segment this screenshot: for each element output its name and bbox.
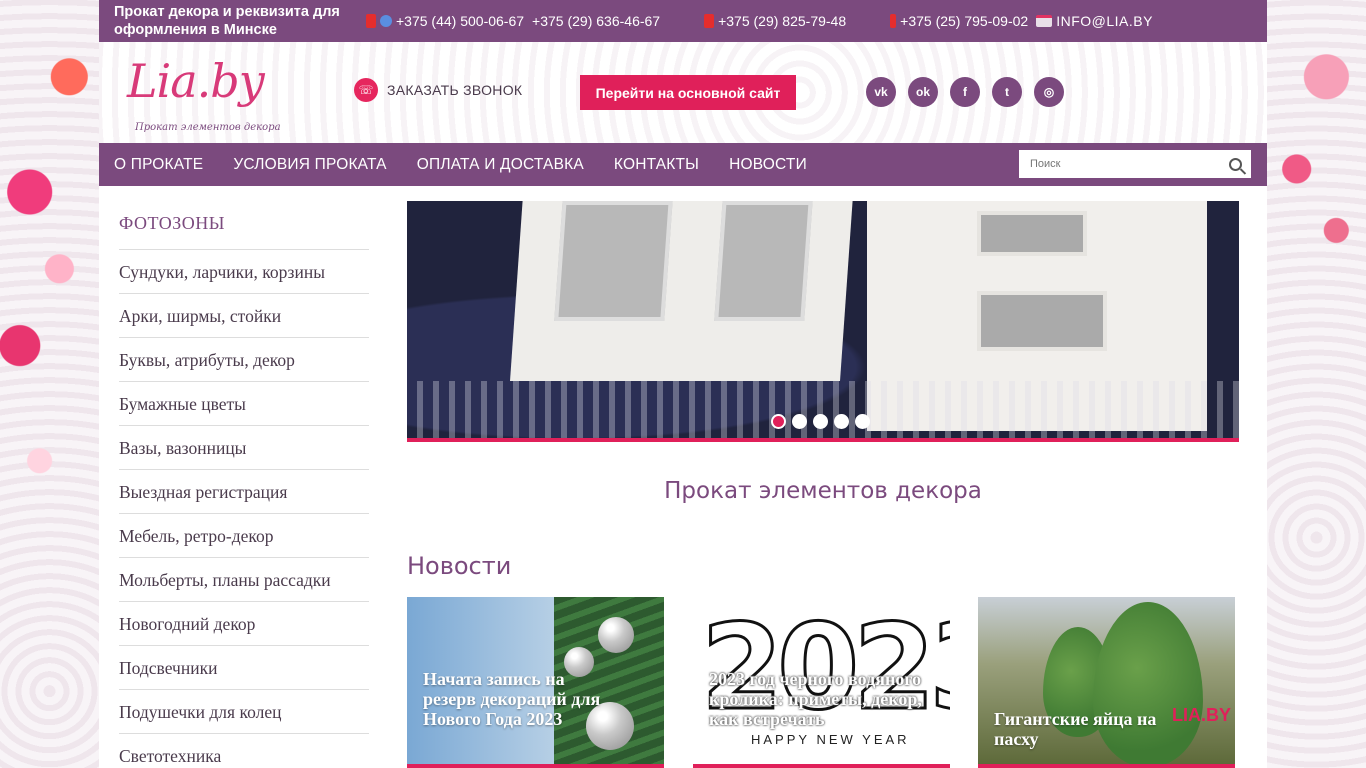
logo-subtitle: Прокат элементов декора xyxy=(135,122,281,133)
phone-icon: ☏ xyxy=(354,78,378,102)
lantern-window xyxy=(554,201,673,321)
decorative-flowers-right xyxy=(1267,0,1366,768)
main-nav: О ПРОКАТЕ УСЛОВИЯ ПРОКАТА ОПЛАТА И ДОСТА… xyxy=(99,143,1267,186)
nav-item-news[interactable]: НОВОСТИ xyxy=(729,156,807,174)
odnoklassniki-icon[interactable]: ok xyxy=(908,77,938,107)
contact-phones: +375 (44) 500-06-67 +375 (29) 636-46-67 … xyxy=(366,13,1161,29)
sidebar-item[interactable]: Выездная регистрация xyxy=(119,470,369,514)
decorative-flowers-left xyxy=(0,0,99,768)
slider-dots xyxy=(771,414,870,429)
phone-a1[interactable]: +375 (44) 500-06-67 xyxy=(366,13,524,29)
mts-operator-icon xyxy=(704,14,715,28)
news-title[interactable]: Начата запись на резерв декораций для Но… xyxy=(423,669,608,729)
main-site-button[interactable]: Перейти на основной сайт xyxy=(580,75,796,110)
news-title[interactable]: 2023 год черного водяного кролика: приме… xyxy=(709,669,924,729)
slider-dot[interactable] xyxy=(834,414,849,429)
sidebar-item[interactable]: Буквы, атрибуты, декор xyxy=(119,338,369,382)
phone-number[interactable]: +375 (29) 825-79-48 xyxy=(718,13,846,29)
a1-operator-icon xyxy=(366,14,376,28)
social-links: vk ok f t ◎ xyxy=(866,77,1064,107)
sidebar-item[interactable]: Сундуки, ларчики, корзины xyxy=(119,250,369,294)
email-link[interactable]: INFO@LIA.BY xyxy=(1036,13,1153,29)
search-input[interactable] xyxy=(1020,151,1220,177)
callback-link[interactable]: ☏ ЗАКАЗАТЬ ЗВОНОК xyxy=(354,78,522,102)
life-operator-icon xyxy=(890,14,897,28)
lantern-window xyxy=(977,291,1107,351)
twitter-icon[interactable]: t xyxy=(992,77,1022,107)
sidebar-item[interactable]: Новогодний декор xyxy=(119,602,369,646)
site-logo[interactable]: Lia.by Прокат элементов декора xyxy=(127,52,287,137)
phone-number[interactable]: +375 (44) 500-06-67 xyxy=(396,13,524,29)
nav-item-payment[interactable]: ОПЛАТА И ДОСТАВКА xyxy=(417,156,584,174)
phone-number[interactable]: +375 (29) 636-46-67 xyxy=(532,13,660,29)
lantern-left xyxy=(510,201,854,381)
slider-dot[interactable] xyxy=(855,414,870,429)
category-sidebar: ФОТОЗОНЫ Сундуки, ларчики, корзины Арки,… xyxy=(119,200,369,768)
slider-dot[interactable] xyxy=(813,414,828,429)
sidebar-item[interactable]: Мольберты, планы рассадки xyxy=(119,558,369,602)
callback-label[interactable]: ЗАКАЗАТЬ ЗВОНОК xyxy=(387,82,522,98)
logo-text: Lia.by xyxy=(127,54,265,108)
phone-mts[interactable]: +375 (29) 636-46-67 xyxy=(532,13,660,29)
slide-image-lanterns xyxy=(407,201,1239,438)
vk-icon[interactable]: vk xyxy=(866,77,896,107)
news-card[interactable]: Начата запись на резерв декораций для Но… xyxy=(407,597,664,768)
sidebar-item[interactable]: Подушечки для колец xyxy=(119,690,369,734)
ornament-ball xyxy=(598,617,634,653)
sidebar-heading[interactable]: ФОТОЗОНЫ xyxy=(119,200,369,250)
header: Lia.by Прокат элементов декора ☏ ЗАКАЗАТ… xyxy=(99,42,1267,143)
happy-new-year-text: HAPPY NEW YEAR xyxy=(751,732,910,747)
sidebar-item[interactable]: Светотехника xyxy=(119,734,369,768)
phone-number[interactable]: +375 (25) 795-09-02 xyxy=(900,13,1028,29)
nav-item-about[interactable]: О ПРОКАТЕ xyxy=(114,156,203,174)
mail-icon xyxy=(1036,15,1053,27)
viber-icon xyxy=(380,15,392,27)
news-title[interactable]: Гигантские яйца на пасху xyxy=(994,709,1194,749)
page-title: Прокат элементов декора xyxy=(664,478,982,504)
nav-item-contacts[interactable]: КОНТАКТЫ xyxy=(614,156,699,174)
sidebar-item[interactable]: Вазы, вазонницы xyxy=(119,426,369,470)
search-box xyxy=(1019,150,1251,178)
search-icon[interactable] xyxy=(1220,151,1250,177)
news-card[interactable]: 2023 HAPPY NEW YEAR 2023 год черного вод… xyxy=(693,597,950,768)
lantern-window xyxy=(977,211,1087,256)
news-heading: Новости xyxy=(407,552,512,580)
crystal-beads xyxy=(407,381,1239,438)
phone-life[interactable]: +375 (25) 795-09-02 xyxy=(890,13,1028,29)
hero-slider[interactable] xyxy=(407,201,1239,442)
slider-dot-active[interactable] xyxy=(771,414,786,429)
slider-dot[interactable] xyxy=(792,414,807,429)
instagram-icon[interactable]: ◎ xyxy=(1034,77,1064,107)
sidebar-item[interactable]: Мебель, ретро-декор xyxy=(119,514,369,558)
sidebar-item[interactable]: Подсвечники xyxy=(119,646,369,690)
site-tagline: Прокат декора и реквизита для оформления… xyxy=(114,4,340,38)
nav-item-terms[interactable]: УСЛОВИЯ ПРОКАТА xyxy=(233,156,386,174)
email-address[interactable]: INFO@LIA.BY xyxy=(1056,13,1153,29)
sidebar-item[interactable]: Бумажные цветы xyxy=(119,382,369,426)
lantern-window xyxy=(714,201,813,321)
sidebar-item[interactable]: Арки, ширмы, стойки xyxy=(119,294,369,338)
top-bar: Прокат декора и реквизита для оформления… xyxy=(99,0,1267,42)
facebook-icon[interactable]: f xyxy=(950,77,980,107)
news-card[interactable]: LIA.BY Гигантские яйца на пасху xyxy=(978,597,1235,768)
page-container: Прокат декора и реквизита для оформления… xyxy=(99,0,1267,768)
phone-mts-2[interactable]: +375 (29) 825-79-48 xyxy=(704,13,846,29)
